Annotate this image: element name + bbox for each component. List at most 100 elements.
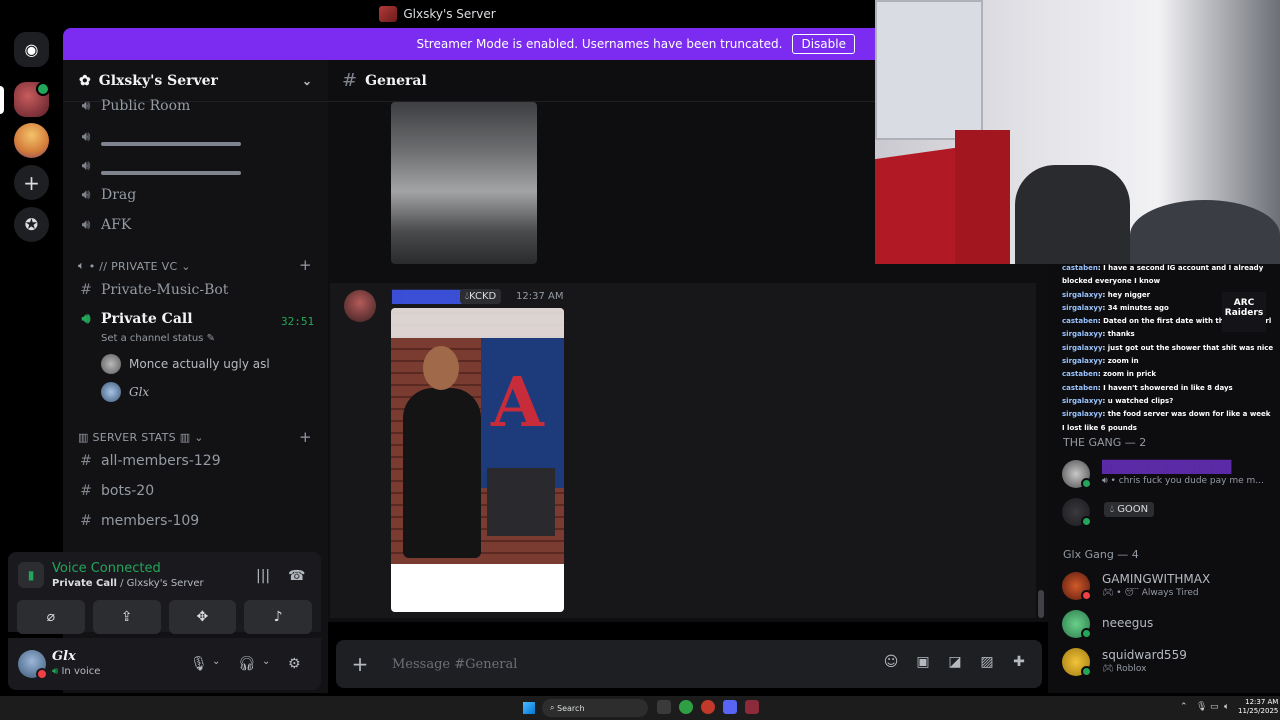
voice-channel-icon: 🔊︎ xyxy=(81,129,91,145)
taskbar-search[interactable]: ⌕ Search xyxy=(542,699,648,717)
chevron-down-icon[interactable]: ⌄ xyxy=(262,656,270,667)
member-item[interactable]: ██████████████ 🔊︎ • chris fuck you dude … xyxy=(1062,458,1274,494)
chevron-down-icon: ⌄ xyxy=(301,73,312,88)
chrome-icon[interactable] xyxy=(679,700,693,714)
channel-private-music-bot[interactable]: # Private-Music-Bot xyxy=(75,282,228,298)
microphone-icon[interactable]: 🎙︎ xyxy=(190,656,208,672)
guild-tag: 💧︎ GOON xyxy=(1104,502,1155,517)
gif-icon[interactable]: ▣ xyxy=(914,654,932,670)
stream-chat-overlay: castaben: I have a second IG account and… xyxy=(1062,262,1274,435)
disconnect-icon[interactable]: ☎ xyxy=(288,568,305,584)
channel-redacted-2[interactable]: 🔊︎ xyxy=(75,157,241,175)
tray-network-icon[interactable]: ▭ xyxy=(1210,702,1219,712)
chat-user: sirgalaxyy xyxy=(1062,330,1103,339)
message-image-attachment[interactable]: A xyxy=(391,308,564,612)
taskbar-clock[interactable]: 12:37 AM 11/25/2025 xyxy=(1238,698,1278,716)
noise-suppression-icon[interactable]: ||| xyxy=(256,568,270,584)
channel-public-room[interactable]: 🔊︎ Public Room xyxy=(75,98,191,114)
member-activity: 🎮︎ Roblox xyxy=(1102,664,1147,674)
channel-drag[interactable]: 🔊︎ Drag xyxy=(75,187,137,203)
soundboard-button[interactable]: ♪ xyxy=(244,600,312,634)
sticker-icon[interactable]: ◪ xyxy=(946,654,964,670)
avatar xyxy=(101,354,121,374)
channel-members[interactable]: # members-109 xyxy=(75,513,199,529)
channel-redacted-1[interactable]: 🔊︎ xyxy=(75,128,241,146)
text-channel-icon: # xyxy=(80,513,92,529)
task-view-icon[interactable] xyxy=(657,700,671,714)
text-channel-icon: # xyxy=(80,282,92,298)
status-dot xyxy=(1081,590,1092,601)
tray-mic-icon[interactable]: 🎙︎ xyxy=(1196,702,1207,712)
server-header[interactable]: ✿ Glxsky's Server ⌄ xyxy=(63,60,328,102)
category-server-stats[interactable]: ▥ SERVER STATS ▥ ⌄ xyxy=(78,431,204,444)
emoji-icon[interactable]: ☺ xyxy=(882,654,900,670)
chat-user: sirgalaxyy xyxy=(1062,396,1103,405)
chat-line: sirgalaxyy: just got out the shower that… xyxy=(1062,343,1274,352)
windows-start-icon[interactable] xyxy=(523,702,535,714)
add-server-icon[interactable]: + xyxy=(14,165,49,200)
channel-all-members[interactable]: # all-members-129 xyxy=(75,453,221,469)
discover-icon[interactable]: ✪ xyxy=(14,207,49,242)
screen-share-button[interactable]: ⇪ xyxy=(92,600,161,634)
attach-plus-icon[interactable]: + xyxy=(350,652,370,676)
signal-icon[interactable]: ▮ xyxy=(18,562,44,588)
member-item[interactable]: neeegus xyxy=(1062,608,1274,644)
webcam-scene xyxy=(875,0,983,140)
server-settings-icon: ✿ xyxy=(79,72,91,89)
discord-home-icon[interactable]: ◉ xyxy=(14,32,49,67)
voice-channel-icon: 🔊︎ xyxy=(81,187,91,203)
member-item[interactable]: squidward559 🎮︎ Roblox xyxy=(1062,646,1274,682)
message-input[interactable]: Message #General xyxy=(392,657,517,672)
avatar xyxy=(101,382,121,402)
gift-icon[interactable]: ✚ xyxy=(1010,654,1028,670)
channel-private-call[interactable]: 🔊︎ Private Call xyxy=(75,311,193,327)
member-group-header: Glx Gang — 4 xyxy=(1063,548,1139,561)
image-content xyxy=(403,388,481,558)
avatar[interactable] xyxy=(344,290,376,322)
browser-icon[interactable] xyxy=(701,700,715,714)
chat-user: castaben xyxy=(1062,264,1098,272)
chat-scrollbar[interactable] xyxy=(1038,590,1044,618)
camera-off-button[interactable]: ⌀ xyxy=(17,600,85,634)
chart-icon: ▥ ⌄ xyxy=(175,431,204,444)
channel-afk[interactable]: 🔊︎ AFK xyxy=(75,217,132,233)
status-dot xyxy=(1081,628,1092,639)
guild-tag-label: KCKD xyxy=(469,291,497,302)
headphones-icon[interactable]: 🎧︎ xyxy=(238,656,256,672)
discord-taskbar-icon[interactable] xyxy=(723,700,737,714)
chevron-down-icon[interactable]: ⌄ xyxy=(212,656,220,667)
activities-button[interactable]: ✥ xyxy=(168,600,237,634)
voice-channel-icon: 🔊︎ xyxy=(81,217,91,233)
message-author-redacted[interactable]: ████████ xyxy=(392,290,466,304)
channel-bots[interactable]: # bots-20 xyxy=(75,483,154,499)
chat-text: hey nigger xyxy=(1107,290,1151,299)
category-private-vc[interactable]: 🔈︎ • // PRIVATE VC ⌄ xyxy=(78,259,191,273)
redacted-bar xyxy=(101,142,241,146)
set-channel-status[interactable]: Set a channel status ✎ xyxy=(101,333,215,344)
message-image-attachment[interactable] xyxy=(391,102,537,264)
call-timer: 32:51 xyxy=(281,315,315,328)
text-channel-icon: # xyxy=(80,453,92,469)
voice-active-badge xyxy=(36,82,50,96)
voice-member[interactable]: Monce actually ugly asl xyxy=(101,354,270,374)
chat-line: sirgalaxyy: the food server was down for… xyxy=(1062,410,1271,432)
add-channel-icon[interactable]: + xyxy=(299,256,312,274)
app-taskbar-icon[interactable] xyxy=(745,700,759,714)
image-content xyxy=(487,468,555,536)
voice-member[interactable]: Glx xyxy=(101,382,149,402)
disable-streamer-button[interactable]: Disable xyxy=(792,34,855,54)
member-item[interactable]: 💧︎ GOON xyxy=(1062,496,1274,532)
image-content xyxy=(391,308,564,338)
voice-channel-info[interactable]: Private Call / Glxsky's Server xyxy=(52,578,204,589)
pencil-icon: ✎ xyxy=(206,333,215,344)
guild-tag[interactable]: 💧︎KCKD xyxy=(460,289,502,304)
tray-chevron-icon[interactable]: ⌃ xyxy=(1180,702,1188,712)
server-icon-2[interactable] xyxy=(14,123,49,158)
add-channel-icon[interactable]: + xyxy=(299,428,312,446)
image-icon[interactable]: ▨ xyxy=(978,654,996,670)
settings-gear-icon[interactable]: ⚙ xyxy=(288,656,301,672)
clock-time: 12:37 AM xyxy=(1245,698,1279,706)
tray-volume-icon[interactable]: 🔈︎ xyxy=(1224,702,1229,712)
message-composer[interactable]: + Message #General ☺ ▣ ◪ ▨ ✚ xyxy=(336,640,1042,688)
member-item[interactable]: GAMINGWITHMAX 🎮︎ • 😴︎ Always Tired xyxy=(1062,570,1274,606)
